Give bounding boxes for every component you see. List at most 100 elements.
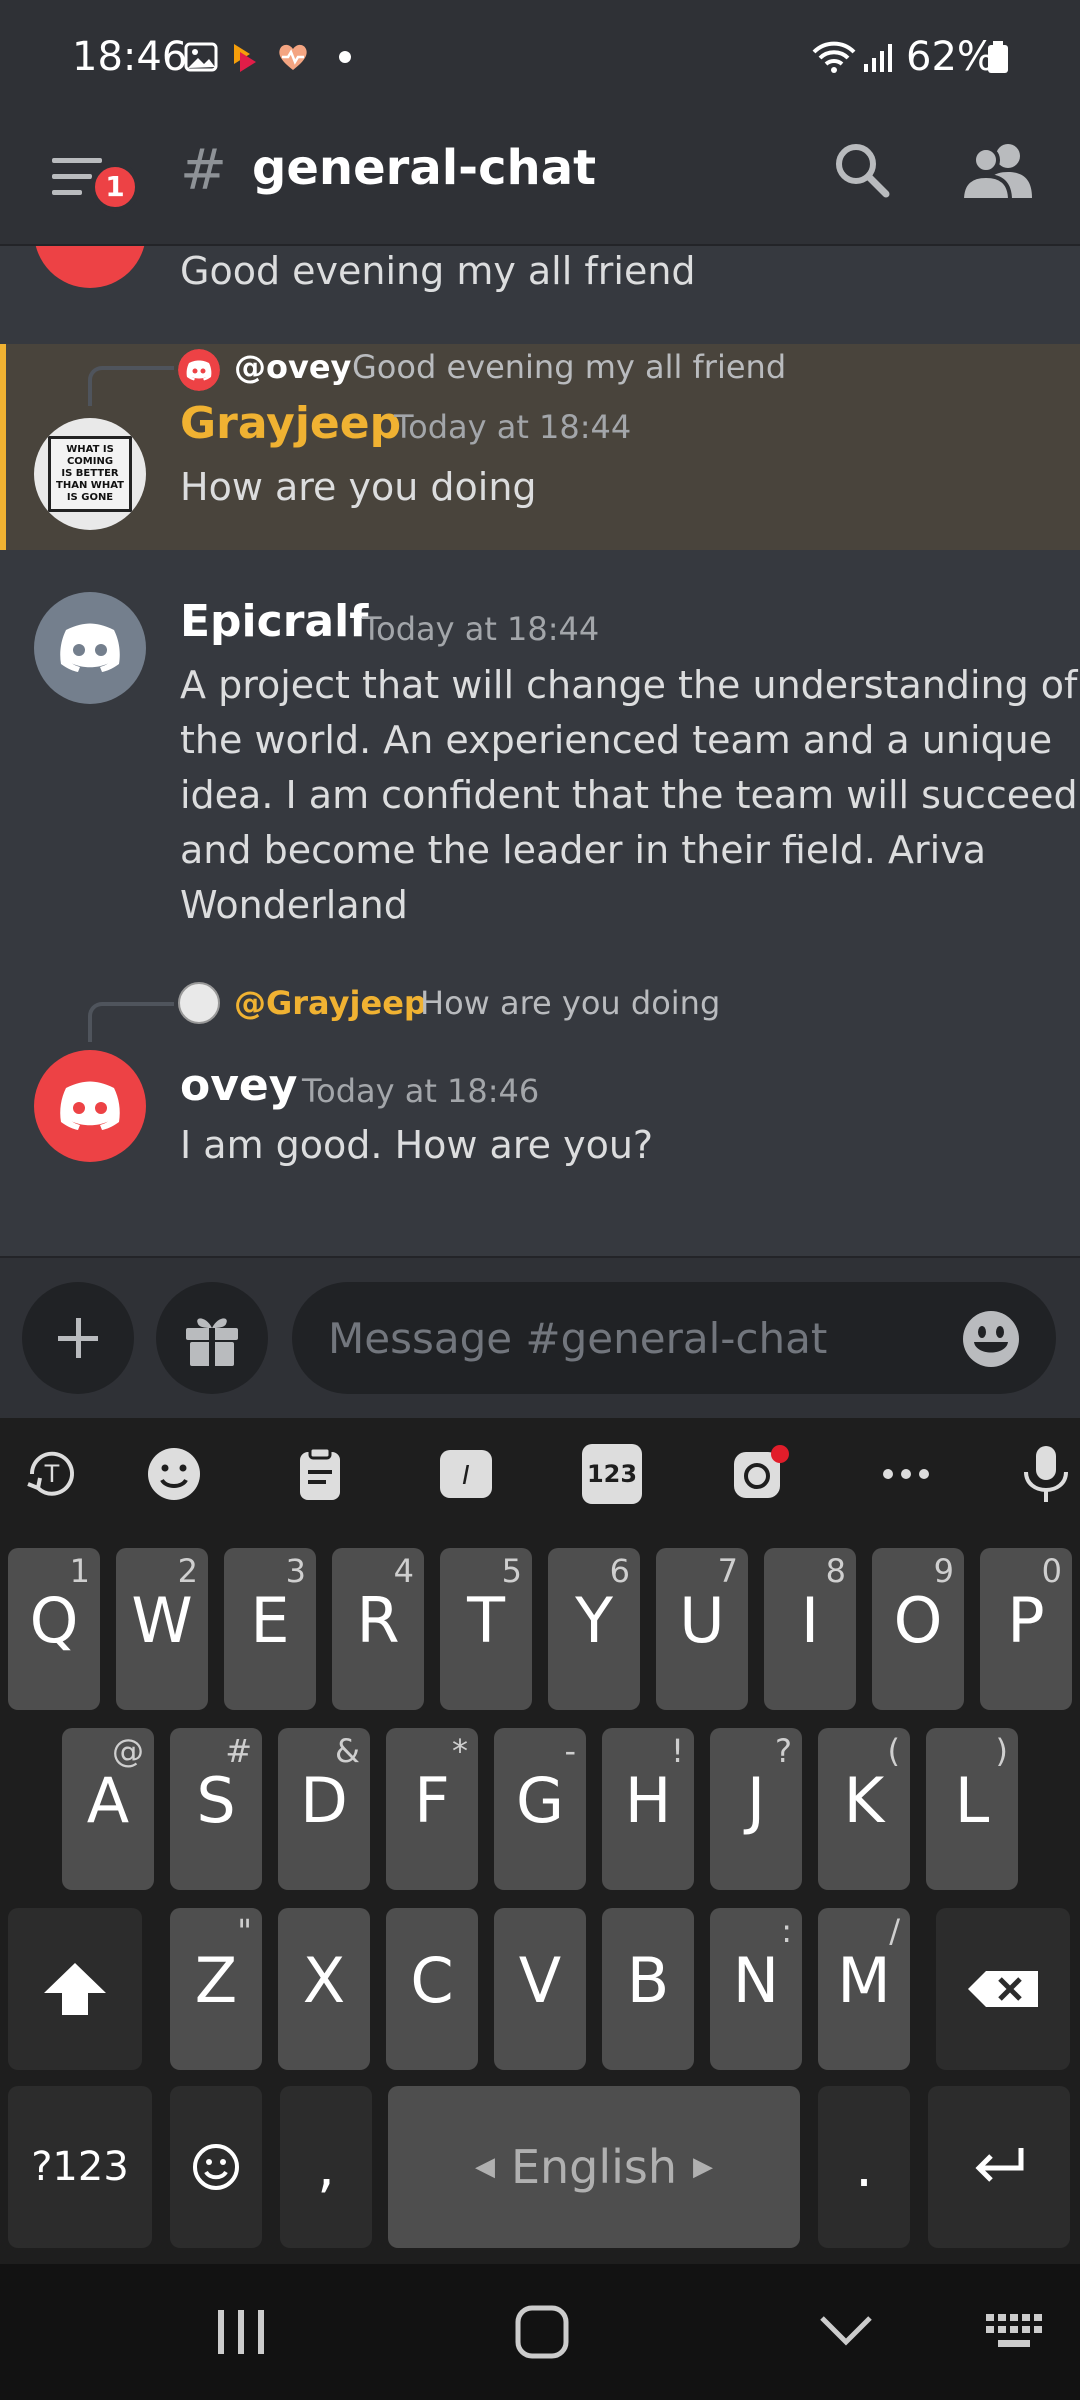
avatar-sign-line: IS GONE bbox=[66, 492, 114, 503]
space-key[interactable]: ◀ English ▶ bbox=[388, 2086, 800, 2248]
avatar-sign-line: IS BETTER bbox=[61, 468, 119, 479]
left-arrow-icon: ◀ bbox=[474, 2152, 495, 2182]
avatar[interactable] bbox=[34, 592, 146, 704]
emoji-key[interactable] bbox=[170, 2086, 262, 2248]
discord-logo-icon bbox=[60, 1081, 120, 1130]
key-z[interactable]: Z " bbox=[170, 1908, 262, 2070]
key-v[interactable]: V bbox=[494, 1908, 586, 2070]
message-author[interactable]: Grayjeep bbox=[180, 398, 401, 449]
message-line: A project that will change the understan… bbox=[180, 663, 1078, 707]
key-i[interactable]: I8 bbox=[764, 1548, 856, 1710]
avatar[interactable] bbox=[34, 1050, 146, 1162]
key-j[interactable]: J? bbox=[710, 1728, 802, 1890]
emoji-icon[interactable] bbox=[962, 1310, 1020, 1368]
key-l[interactable]: L) bbox=[926, 1728, 1018, 1890]
message-author[interactable]: ovey bbox=[180, 1060, 297, 1111]
highlighted-message[interactable]: @ovey Good evening my all friend WHAT IS… bbox=[0, 344, 1080, 550]
reply-preview[interactable]: How are you doing bbox=[420, 984, 720, 1022]
key-t[interactable]: T5 bbox=[440, 1548, 532, 1710]
period-key-label: . bbox=[855, 2134, 873, 2200]
status-bar: 18:46 62% bbox=[0, 0, 1080, 118]
clipboard-icon[interactable] bbox=[290, 1444, 350, 1504]
menu-button[interactable]: 1 bbox=[46, 144, 142, 226]
message-text: I am good. How are you? bbox=[180, 1123, 654, 1167]
key-u[interactable]: U7 bbox=[656, 1548, 748, 1710]
key-hint: ? bbox=[775, 1732, 792, 1770]
symbols-key[interactable]: ?123 bbox=[8, 2086, 152, 2248]
key-label: E bbox=[250, 1584, 290, 1657]
key-d[interactable]: D & bbox=[278, 1728, 370, 1890]
signal-icon bbox=[864, 44, 892, 72]
key-y[interactable]: Y6 bbox=[548, 1548, 640, 1710]
reply-connector bbox=[88, 1002, 174, 1042]
more-icon[interactable] bbox=[876, 1444, 936, 1504]
numpad-icon[interactable]: 123 bbox=[582, 1444, 642, 1504]
recent-apps-icon[interactable] bbox=[214, 2306, 270, 2358]
key-x[interactable]: X bbox=[278, 1908, 370, 2070]
message-text: How are you doing bbox=[180, 465, 537, 509]
avatar[interactable]: WHAT IS COMING IS BETTER THAN WHAT IS GO… bbox=[34, 418, 146, 530]
message-list[interactable]: Good evening my all friend @ovey Good ev… bbox=[0, 246, 1080, 1256]
shift-key[interactable] bbox=[8, 1908, 142, 2070]
period-key[interactable]: . bbox=[818, 2086, 910, 2248]
right-arrow-icon: ▶ bbox=[693, 2152, 714, 2182]
key-e[interactable]: E3 bbox=[224, 1548, 316, 1710]
channel-title: general-chat bbox=[252, 140, 597, 196]
symbols-key-label: ?123 bbox=[31, 2144, 129, 2190]
enter-icon bbox=[975, 2148, 1024, 2182]
key-f[interactable]: F * bbox=[386, 1728, 478, 1890]
home-icon[interactable] bbox=[514, 2304, 570, 2360]
shift-icon bbox=[44, 1963, 106, 2015]
key-hint: * bbox=[452, 1732, 468, 1770]
sticker-icon[interactable] bbox=[730, 1444, 790, 1504]
text-edit-icon[interactable]: I bbox=[436, 1444, 496, 1504]
svg-text:I: I bbox=[462, 1461, 470, 1491]
comma-key[interactable]: , bbox=[280, 2086, 372, 2248]
key-n[interactable]: N: bbox=[710, 1908, 802, 2070]
message-input[interactable] bbox=[328, 1282, 928, 1394]
backspace-key[interactable] bbox=[936, 1908, 1070, 2070]
key-k[interactable]: K( bbox=[818, 1728, 910, 1890]
message-box[interactable] bbox=[292, 1282, 1056, 1394]
members-icon[interactable] bbox=[960, 138, 1034, 202]
avatar-sign: WHAT IS COMING IS BETTER THAN WHAT IS GO… bbox=[48, 436, 132, 512]
back-icon[interactable] bbox=[818, 2310, 874, 2350]
message-text: A project that will change the understan… bbox=[180, 658, 1078, 933]
reply-preview[interactable]: Good evening my all friend bbox=[352, 348, 786, 386]
key-r[interactable]: R4 bbox=[332, 1548, 424, 1710]
battery-percent: 62% bbox=[906, 34, 995, 80]
translate-icon[interactable]: T bbox=[22, 1444, 82, 1504]
key-w[interactable]: W2 bbox=[116, 1548, 208, 1710]
key-p[interactable]: P0 bbox=[980, 1548, 1072, 1710]
avatar[interactable] bbox=[34, 246, 146, 288]
key-h[interactable]: H! bbox=[602, 1728, 694, 1890]
microphone-icon[interactable] bbox=[1016, 1444, 1076, 1504]
key-label: A bbox=[86, 1764, 130, 1837]
keyboard-icon[interactable] bbox=[984, 2312, 1048, 2352]
key-label: R bbox=[356, 1584, 400, 1657]
key-o[interactable]: O9 bbox=[872, 1548, 964, 1710]
key-label: V bbox=[518, 1944, 562, 2017]
key-hint: # bbox=[225, 1732, 252, 1770]
reply-author[interactable]: @ovey bbox=[234, 348, 351, 386]
key-hint: " bbox=[237, 1912, 252, 1950]
gift-button[interactable] bbox=[156, 1282, 268, 1394]
key-q[interactable]: Q1 bbox=[8, 1548, 100, 1710]
message-author[interactable]: Epicralf bbox=[180, 596, 368, 647]
search-icon[interactable] bbox=[830, 138, 894, 202]
emoji-icon[interactable] bbox=[144, 1444, 204, 1504]
enter-key[interactable] bbox=[928, 2086, 1070, 2248]
key-label: C bbox=[410, 1944, 454, 2017]
key-m[interactable]: M / bbox=[818, 1908, 910, 2070]
key-s[interactable]: S # bbox=[170, 1728, 262, 1890]
key-hint: & bbox=[335, 1732, 360, 1770]
add-attachment-button[interactable] bbox=[22, 1282, 134, 1394]
key-label: H bbox=[624, 1764, 672, 1837]
key-b[interactable]: B bbox=[602, 1908, 694, 2070]
key-c[interactable]: C bbox=[386, 1908, 478, 2070]
keyboard-toolbar: T I 123 bbox=[0, 1418, 1080, 1528]
key-a[interactable]: A @ bbox=[62, 1728, 154, 1890]
key-label: P bbox=[1007, 1584, 1045, 1657]
key-g[interactable]: G- bbox=[494, 1728, 586, 1890]
reply-author[interactable]: @Grayjeep bbox=[234, 984, 427, 1022]
